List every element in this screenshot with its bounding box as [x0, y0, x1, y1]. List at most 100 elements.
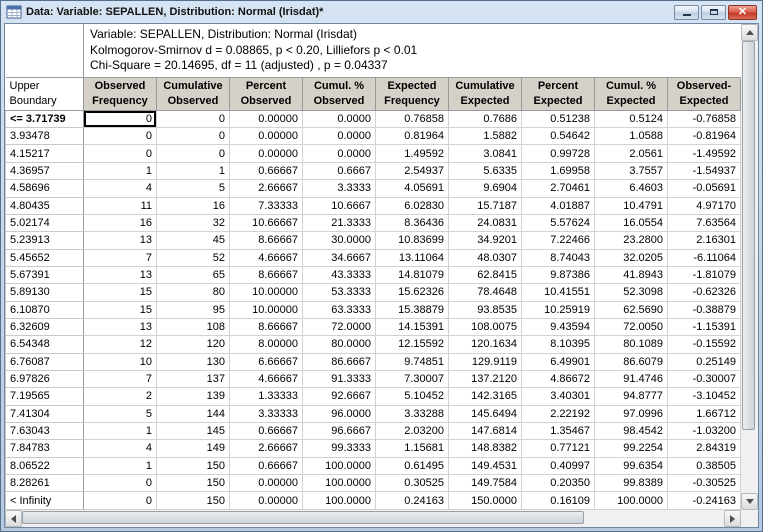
- data-cell[interactable]: 91.3333: [303, 370, 376, 387]
- data-cell[interactable]: 2.22192: [522, 405, 595, 422]
- data-cell[interactable]: 7.33333: [230, 197, 303, 214]
- data-cell[interactable]: 99.3333: [303, 440, 376, 457]
- data-cell[interactable]: 10.00000: [230, 301, 303, 318]
- data-cell[interactable]: 1.66712: [668, 405, 741, 422]
- data-cell[interactable]: 10.25919: [522, 301, 595, 318]
- data-cell[interactable]: 14.15391: [376, 318, 449, 335]
- data-cell[interactable]: 13: [84, 232, 157, 249]
- row-header[interactable]: 6.32609: [6, 318, 84, 335]
- data-cell[interactable]: -0.15592: [668, 336, 741, 353]
- row-header[interactable]: 3.93478: [6, 128, 84, 145]
- data-cell[interactable]: 10: [84, 353, 157, 370]
- row-header[interactable]: 4.36957: [6, 162, 84, 179]
- data-cell[interactable]: 2.0561: [595, 145, 668, 162]
- data-cell[interactable]: -1.49592: [668, 145, 741, 162]
- vertical-scroll-track[interactable]: [741, 41, 758, 493]
- data-cell[interactable]: -1.15391: [668, 318, 741, 335]
- data-cell[interactable]: 12.15592: [376, 336, 449, 353]
- data-cell[interactable]: 0.77121: [522, 440, 595, 457]
- row-header[interactable]: 7.19565: [6, 388, 84, 405]
- data-cell[interactable]: 7: [84, 249, 157, 266]
- data-cell[interactable]: 7.30007: [376, 370, 449, 387]
- data-cell[interactable]: 0.66667: [230, 162, 303, 179]
- data-cell[interactable]: 15.62326: [376, 284, 449, 301]
- data-cell[interactable]: 0.81964: [376, 128, 449, 145]
- data-cell[interactable]: 72.0000: [303, 318, 376, 335]
- data-cell[interactable]: -0.81964: [668, 128, 741, 145]
- column-header[interactable]: Observed- Expected: [668, 77, 741, 110]
- data-cell[interactable]: 43.3333: [303, 266, 376, 283]
- row-header[interactable]: 5.89130: [6, 284, 84, 301]
- data-cell[interactable]: -1.03200: [668, 422, 741, 439]
- data-cell[interactable]: 3.3333: [303, 180, 376, 197]
- row-header[interactable]: 5.67391: [6, 266, 84, 283]
- data-cell[interactable]: 145: [157, 422, 230, 439]
- data-cell[interactable]: 5: [84, 405, 157, 422]
- data-cell[interactable]: 9.43594: [522, 318, 595, 335]
- row-header-title[interactable]: Upper Boundary: [6, 77, 84, 110]
- data-cell[interactable]: 0: [84, 492, 157, 510]
- data-cell[interactable]: 137: [157, 370, 230, 387]
- data-cell[interactable]: 144: [157, 405, 230, 422]
- data-cell[interactable]: 150: [157, 475, 230, 492]
- data-cell[interactable]: 9.87386: [522, 266, 595, 283]
- data-cell[interactable]: 6.66667: [230, 353, 303, 370]
- data-cell[interactable]: 10.6667: [303, 197, 376, 214]
- selected-cell[interactable]: 0: [84, 110, 157, 127]
- data-cell[interactable]: 0.61495: [376, 457, 449, 474]
- data-cell[interactable]: 34.9201: [449, 232, 522, 249]
- data-cell[interactable]: 0.5124: [595, 110, 668, 127]
- data-cell[interactable]: 150: [157, 492, 230, 510]
- data-cell[interactable]: 86.6079: [595, 353, 668, 370]
- data-cell[interactable]: 13: [84, 318, 157, 335]
- data-cell[interactable]: 150: [157, 457, 230, 474]
- data-cell[interactable]: 96.0000: [303, 405, 376, 422]
- data-cell[interactable]: 41.8943: [595, 266, 668, 283]
- row-header[interactable]: < Infinity: [6, 492, 84, 510]
- data-cell[interactable]: 100.0000: [303, 492, 376, 510]
- data-cell[interactable]: 148.8382: [449, 440, 522, 457]
- data-cell[interactable]: -0.30525: [668, 475, 741, 492]
- data-cell[interactable]: 0.7686: [449, 110, 522, 127]
- data-cell[interactable]: 13: [84, 266, 157, 283]
- data-cell[interactable]: 48.0307: [449, 249, 522, 266]
- data-cell[interactable]: 15: [84, 284, 157, 301]
- data-cell[interactable]: 10.83699: [376, 232, 449, 249]
- data-cell[interactable]: 5: [157, 180, 230, 197]
- horizontal-scrollbar[interactable]: [5, 510, 741, 527]
- data-cell[interactable]: 1.15681: [376, 440, 449, 457]
- data-cell[interactable]: 1: [84, 162, 157, 179]
- data-cell[interactable]: 2.84319: [668, 440, 741, 457]
- data-cell[interactable]: 8.66667: [230, 318, 303, 335]
- data-cell[interactable]: 8.74043: [522, 249, 595, 266]
- data-cell[interactable]: 11: [84, 197, 157, 214]
- data-cell[interactable]: 0.30525: [376, 475, 449, 492]
- data-cell[interactable]: 3.33288: [376, 405, 449, 422]
- data-cell[interactable]: 0.00000: [230, 145, 303, 162]
- data-cell[interactable]: 1.5882: [449, 128, 522, 145]
- row-header[interactable]: 4.80435: [6, 197, 84, 214]
- data-cell[interactable]: 96.6667: [303, 422, 376, 439]
- data-cell[interactable]: 1: [157, 162, 230, 179]
- data-cell[interactable]: -0.76858: [668, 110, 741, 127]
- column-header[interactable]: Percent Expected: [522, 77, 595, 110]
- horizontal-scroll-thumb[interactable]: [22, 511, 584, 524]
- row-header[interactable]: 5.45652: [6, 249, 84, 266]
- data-cell[interactable]: 7: [84, 370, 157, 387]
- data-cell[interactable]: 16: [157, 197, 230, 214]
- data-cell[interactable]: 108.0075: [449, 318, 522, 335]
- data-cell[interactable]: 4.66667: [230, 249, 303, 266]
- data-cell[interactable]: 92.6667: [303, 388, 376, 405]
- data-cell[interactable]: 0.25149: [668, 353, 741, 370]
- data-cell[interactable]: 0: [84, 145, 157, 162]
- data-cell[interactable]: 53.3333: [303, 284, 376, 301]
- data-cell[interactable]: 8.10395: [522, 336, 595, 353]
- data-cell[interactable]: -1.81079: [668, 266, 741, 283]
- data-cell[interactable]: 149.7584: [449, 475, 522, 492]
- data-cell[interactable]: 0.24163: [376, 492, 449, 510]
- data-cell[interactable]: 32: [157, 214, 230, 231]
- data-cell[interactable]: 30.0000: [303, 232, 376, 249]
- data-cell[interactable]: 0.00000: [230, 128, 303, 145]
- column-header[interactable]: Cumul. % Expected: [595, 77, 668, 110]
- data-cell[interactable]: 80.1089: [595, 336, 668, 353]
